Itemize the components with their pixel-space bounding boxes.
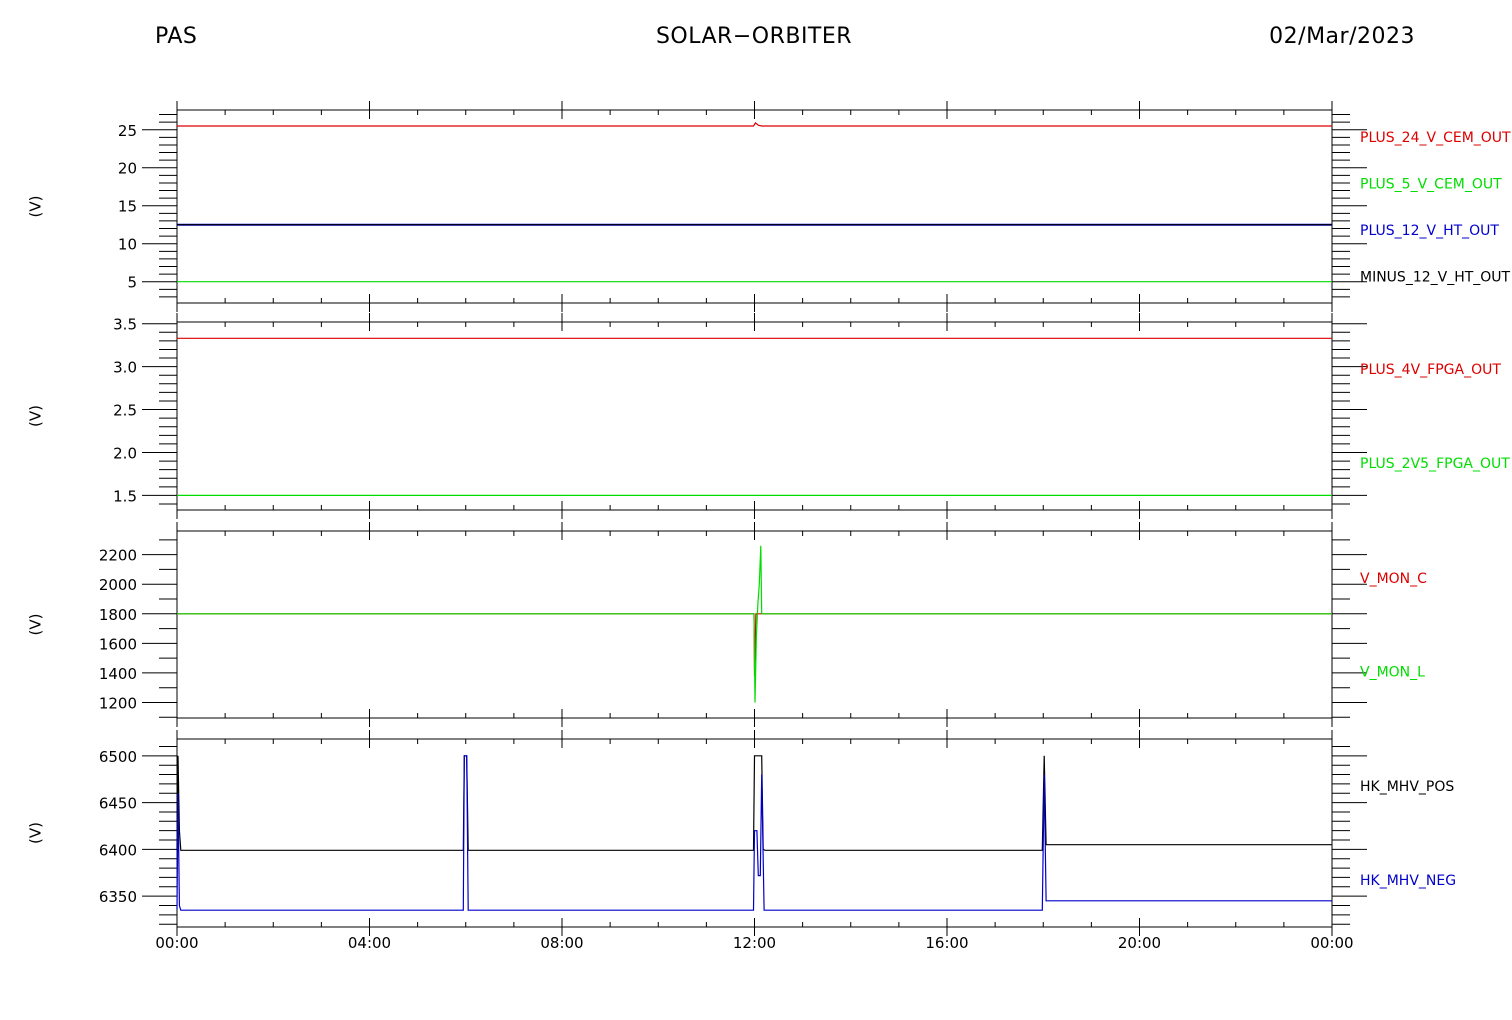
y-tick-label: 2.0 [113, 444, 137, 462]
legend-label: HK_MHV_POS [1360, 779, 1454, 795]
y-tick-label: 3.0 [113, 359, 137, 377]
y-axis-label: (V) [27, 822, 45, 844]
y-tick-label: 6450 [99, 795, 137, 813]
y-tick-label: 25 [118, 122, 137, 140]
y-tick-label: 5 [127, 274, 137, 292]
housekeeping-voltage-plots: 5 10 15 20 25 (V) PLUS_24_V_CEM_OUT PLUS_5_V_CE… [27, 101, 1511, 952]
x-tick-label: 00:00 [155, 934, 198, 952]
series-line-v-mon-l [177, 545, 1332, 703]
x-tick-label: 12:00 [733, 934, 776, 952]
x-tick-label: 16:00 [925, 934, 968, 952]
y-tick-label: 1400 [99, 665, 137, 683]
legend-label: PLUS_2V5_FPGA_OUT [1360, 456, 1510, 472]
legend-label: PLUS_12_V_HT_OUT [1360, 223, 1499, 239]
y-axis-label: (V) [27, 405, 45, 427]
y-tick-label: 1200 [99, 694, 137, 712]
legend-label: HK_MHV_NEG [1360, 873, 1456, 889]
y-tick-label: 6400 [99, 841, 137, 859]
y-tick-label: 1.5 [113, 487, 137, 505]
y-tick-label: 2000 [99, 576, 137, 594]
y-tick-label: 2.5 [113, 402, 137, 420]
legend-label: PLUS_24_V_CEM_OUT [1360, 130, 1511, 146]
y-axis-label: (V) [27, 196, 45, 218]
x-tick-label: 00:00 [1310, 934, 1353, 952]
x-tick-label: 08:00 [540, 934, 583, 952]
y-axis-label: (V) [27, 614, 45, 636]
y-tick-label: 10 [118, 236, 137, 254]
legend-label: PLUS_5_V_CEM_OUT [1360, 177, 1502, 193]
y-tick-label: 1600 [99, 635, 137, 653]
legend-label: V_MON_L [1360, 665, 1425, 681]
legend-label: V_MON_C [1360, 571, 1427, 587]
y-tick-label: 6350 [99, 888, 137, 906]
legend-label: MINUS_12_V_HT_OUT [1360, 270, 1511, 286]
series-line-plus-24-v-cem-out [177, 122, 1332, 127]
y-tick-label: 15 [118, 198, 137, 216]
y-tick-label: 2200 [99, 547, 137, 565]
y-tick-label: 1800 [99, 606, 137, 624]
y-tick-label: 3.5 [113, 316, 137, 334]
plot-frame [176, 109, 1333, 304]
plot-frame [176, 321, 1333, 511]
x-tick-label: 04:00 [348, 934, 391, 952]
legend-label: PLUS_4V_FPGA_OUT [1360, 362, 1501, 378]
y-tick-label: 20 [118, 160, 137, 178]
x-tick-label: 20:00 [1118, 934, 1161, 952]
y-tick-label: 6500 [99, 748, 137, 766]
